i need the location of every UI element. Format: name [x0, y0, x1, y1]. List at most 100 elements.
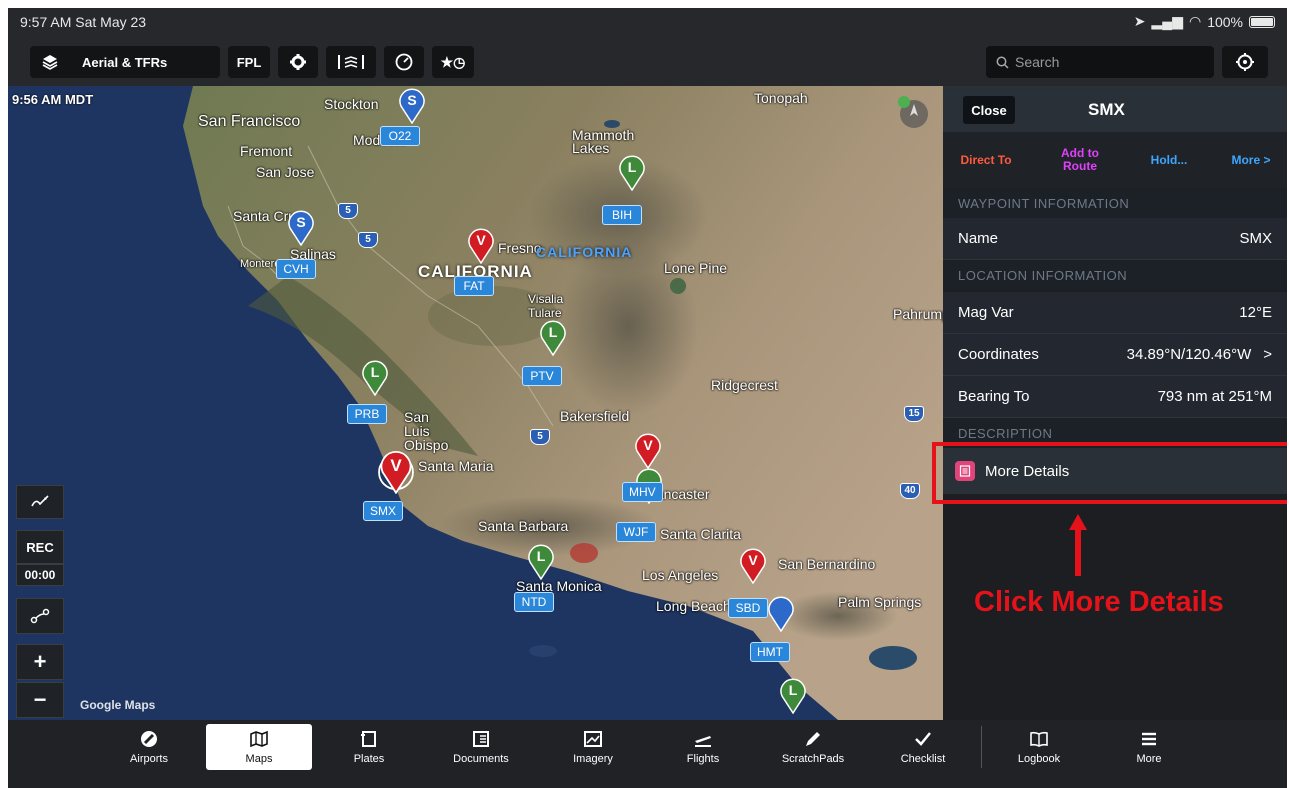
svg-text:L: L — [628, 159, 637, 175]
row-value: 793 nm at 251°M — [1157, 388, 1272, 405]
map-pin-blue[interactable] — [766, 594, 796, 632]
toolbar: Aerial & TFRs FPL ★◷ — [8, 36, 1287, 86]
compass-icon[interactable] — [896, 94, 932, 130]
map-pin-selected[interactable]: V — [376, 448, 416, 494]
route-button[interactable] — [16, 598, 64, 634]
checkmark-icon — [915, 732, 931, 746]
map-timestamp: 9:56 AM MDT — [12, 92, 94, 107]
row-coordinates[interactable]: Coordinates 34.89°N/120.46°W > — [943, 334, 1287, 376]
favorites-button[interactable]: ★◷ — [432, 46, 474, 78]
city-label: Tonopah — [754, 90, 808, 106]
tab-documents[interactable]: Documents — [428, 724, 534, 770]
location-icon: ➤ — [1133, 13, 1146, 29]
add-to-route-button[interactable]: Add to Route — [1039, 132, 1121, 188]
tab-checklist[interactable]: Checklist — [870, 724, 976, 770]
close-label: Close — [971, 102, 1007, 118]
search-box[interactable] — [986, 46, 1214, 78]
tab-logbook[interactable]: Logbook — [986, 724, 1092, 770]
map-pin-red[interactable]: V — [738, 546, 768, 584]
map-pin-green[interactable]: L — [778, 676, 808, 714]
more-actions-button[interactable]: More > — [1215, 132, 1287, 188]
map-view[interactable]: 9:56 AM MDT Stockton San Francisco Modes… — [8, 86, 943, 720]
star-clock-icon: ★◷ — [440, 53, 466, 70]
map-pin-blue[interactable]: S — [397, 86, 427, 124]
documents-icon — [473, 731, 489, 747]
city-label: Los Angeles — [642, 567, 719, 583]
book-icon — [1030, 731, 1048, 747]
city-label: Santa Maria — [418, 458, 494, 474]
wifi-icon: ◠ — [1188, 13, 1202, 29]
waypoint-label[interactable]: MHV — [622, 482, 663, 502]
waypoint-label[interactable]: PRB — [347, 404, 387, 424]
waypoint-label[interactable]: SBD — [728, 598, 768, 618]
settings-button[interactable] — [278, 46, 318, 78]
minus-icon: − — [33, 687, 47, 712]
svg-text:V: V — [390, 456, 402, 475]
tab-imagery[interactable]: Imagery — [540, 724, 646, 770]
highlight-box — [932, 442, 1287, 504]
fpl-button[interactable]: FPL — [228, 46, 270, 78]
city-label: San Luis Obispo — [404, 409, 449, 453]
city-label: San Jose — [256, 164, 315, 180]
satellite-map — [8, 86, 943, 720]
close-button[interactable]: Close — [963, 96, 1015, 124]
tab-label: Logbook — [1017, 753, 1061, 765]
map-pin-green[interactable]: L — [526, 542, 556, 580]
tab-flights[interactable]: Flights — [650, 724, 756, 770]
tab-airports[interactable]: Airports — [96, 724, 202, 770]
tab-label: More — [1136, 753, 1162, 765]
airplane-icon — [695, 736, 711, 747]
waypoint-label[interactable]: FAT — [454, 276, 494, 296]
direct-to-button[interactable]: Direct To — [943, 132, 1029, 188]
search-input[interactable] — [1015, 54, 1195, 70]
svg-text:V: V — [748, 552, 758, 568]
map-pin-red[interactable]: V — [466, 226, 496, 264]
tab-maps[interactable]: Maps — [206, 724, 312, 770]
instruments-button[interactable] — [384, 46, 424, 78]
waypoint-label[interactable]: NTD — [514, 592, 554, 612]
zoom-in-button[interactable]: + — [16, 644, 64, 680]
plus-icon: + — [33, 649, 47, 674]
city-label: Mammoth Lakes — [572, 127, 635, 156]
locate-button[interactable] — [1222, 46, 1268, 78]
map-pin-blue[interactable]: S — [286, 208, 316, 246]
waypoint-label[interactable]: BIH — [602, 205, 642, 225]
waypoint-label[interactable]: CVH — [276, 259, 316, 279]
gear-icon — [290, 54, 306, 70]
gauge-icon — [395, 53, 413, 71]
waypoint-label[interactable]: WJF — [616, 522, 656, 542]
city-label: Ridgecrest — [711, 377, 778, 393]
tab-bar: Airports Maps Plates Documents Imagery F… — [8, 720, 1287, 788]
record-button[interactable]: REC — [16, 530, 64, 564]
tab-plates[interactable]: Plates — [316, 724, 422, 770]
map-icon — [250, 730, 268, 748]
row-value-group: 34.89°N/120.46°W > — [1127, 346, 1272, 363]
row-value: 34.89°N/120.46°W — [1126, 346, 1252, 363]
waypoint-label[interactable]: PTV — [522, 366, 562, 386]
zoom-out-button[interactable]: − — [16, 682, 64, 718]
panel-title: SMX — [1088, 100, 1125, 119]
waypoint-label[interactable]: HMT — [750, 642, 790, 662]
weather-button[interactable] — [326, 46, 376, 78]
map-pin-red[interactable]: V — [633, 431, 663, 469]
waypoint-label[interactable]: O22 — [380, 126, 420, 146]
tab-divider — [981, 726, 982, 768]
row-value: 12°E — [1239, 304, 1272, 321]
tab-label: Flights — [686, 753, 720, 765]
row-name: Name SMX — [943, 218, 1287, 260]
highway-shield: 40 — [900, 483, 920, 499]
imagery-icon — [584, 731, 602, 747]
map-pin-green[interactable]: L — [617, 153, 647, 191]
tab-scratchpads[interactable]: ScratchPads — [760, 724, 866, 770]
highway-shield: 5 — [338, 203, 358, 219]
map-pin-green[interactable]: L — [360, 358, 390, 396]
svg-text:L: L — [789, 682, 798, 698]
plates-icon — [361, 731, 376, 747]
map-pin-green[interactable]: L — [538, 318, 568, 356]
hold-button[interactable]: Hold... — [1129, 132, 1209, 188]
waypoint-label[interactable]: SMX — [363, 501, 404, 521]
tab-more[interactable]: More — [1096, 724, 1202, 770]
draw-button[interactable] — [16, 485, 64, 519]
map-layer-button[interactable]: Aerial & TFRs — [30, 46, 220, 78]
svg-text:V: V — [643, 437, 653, 453]
